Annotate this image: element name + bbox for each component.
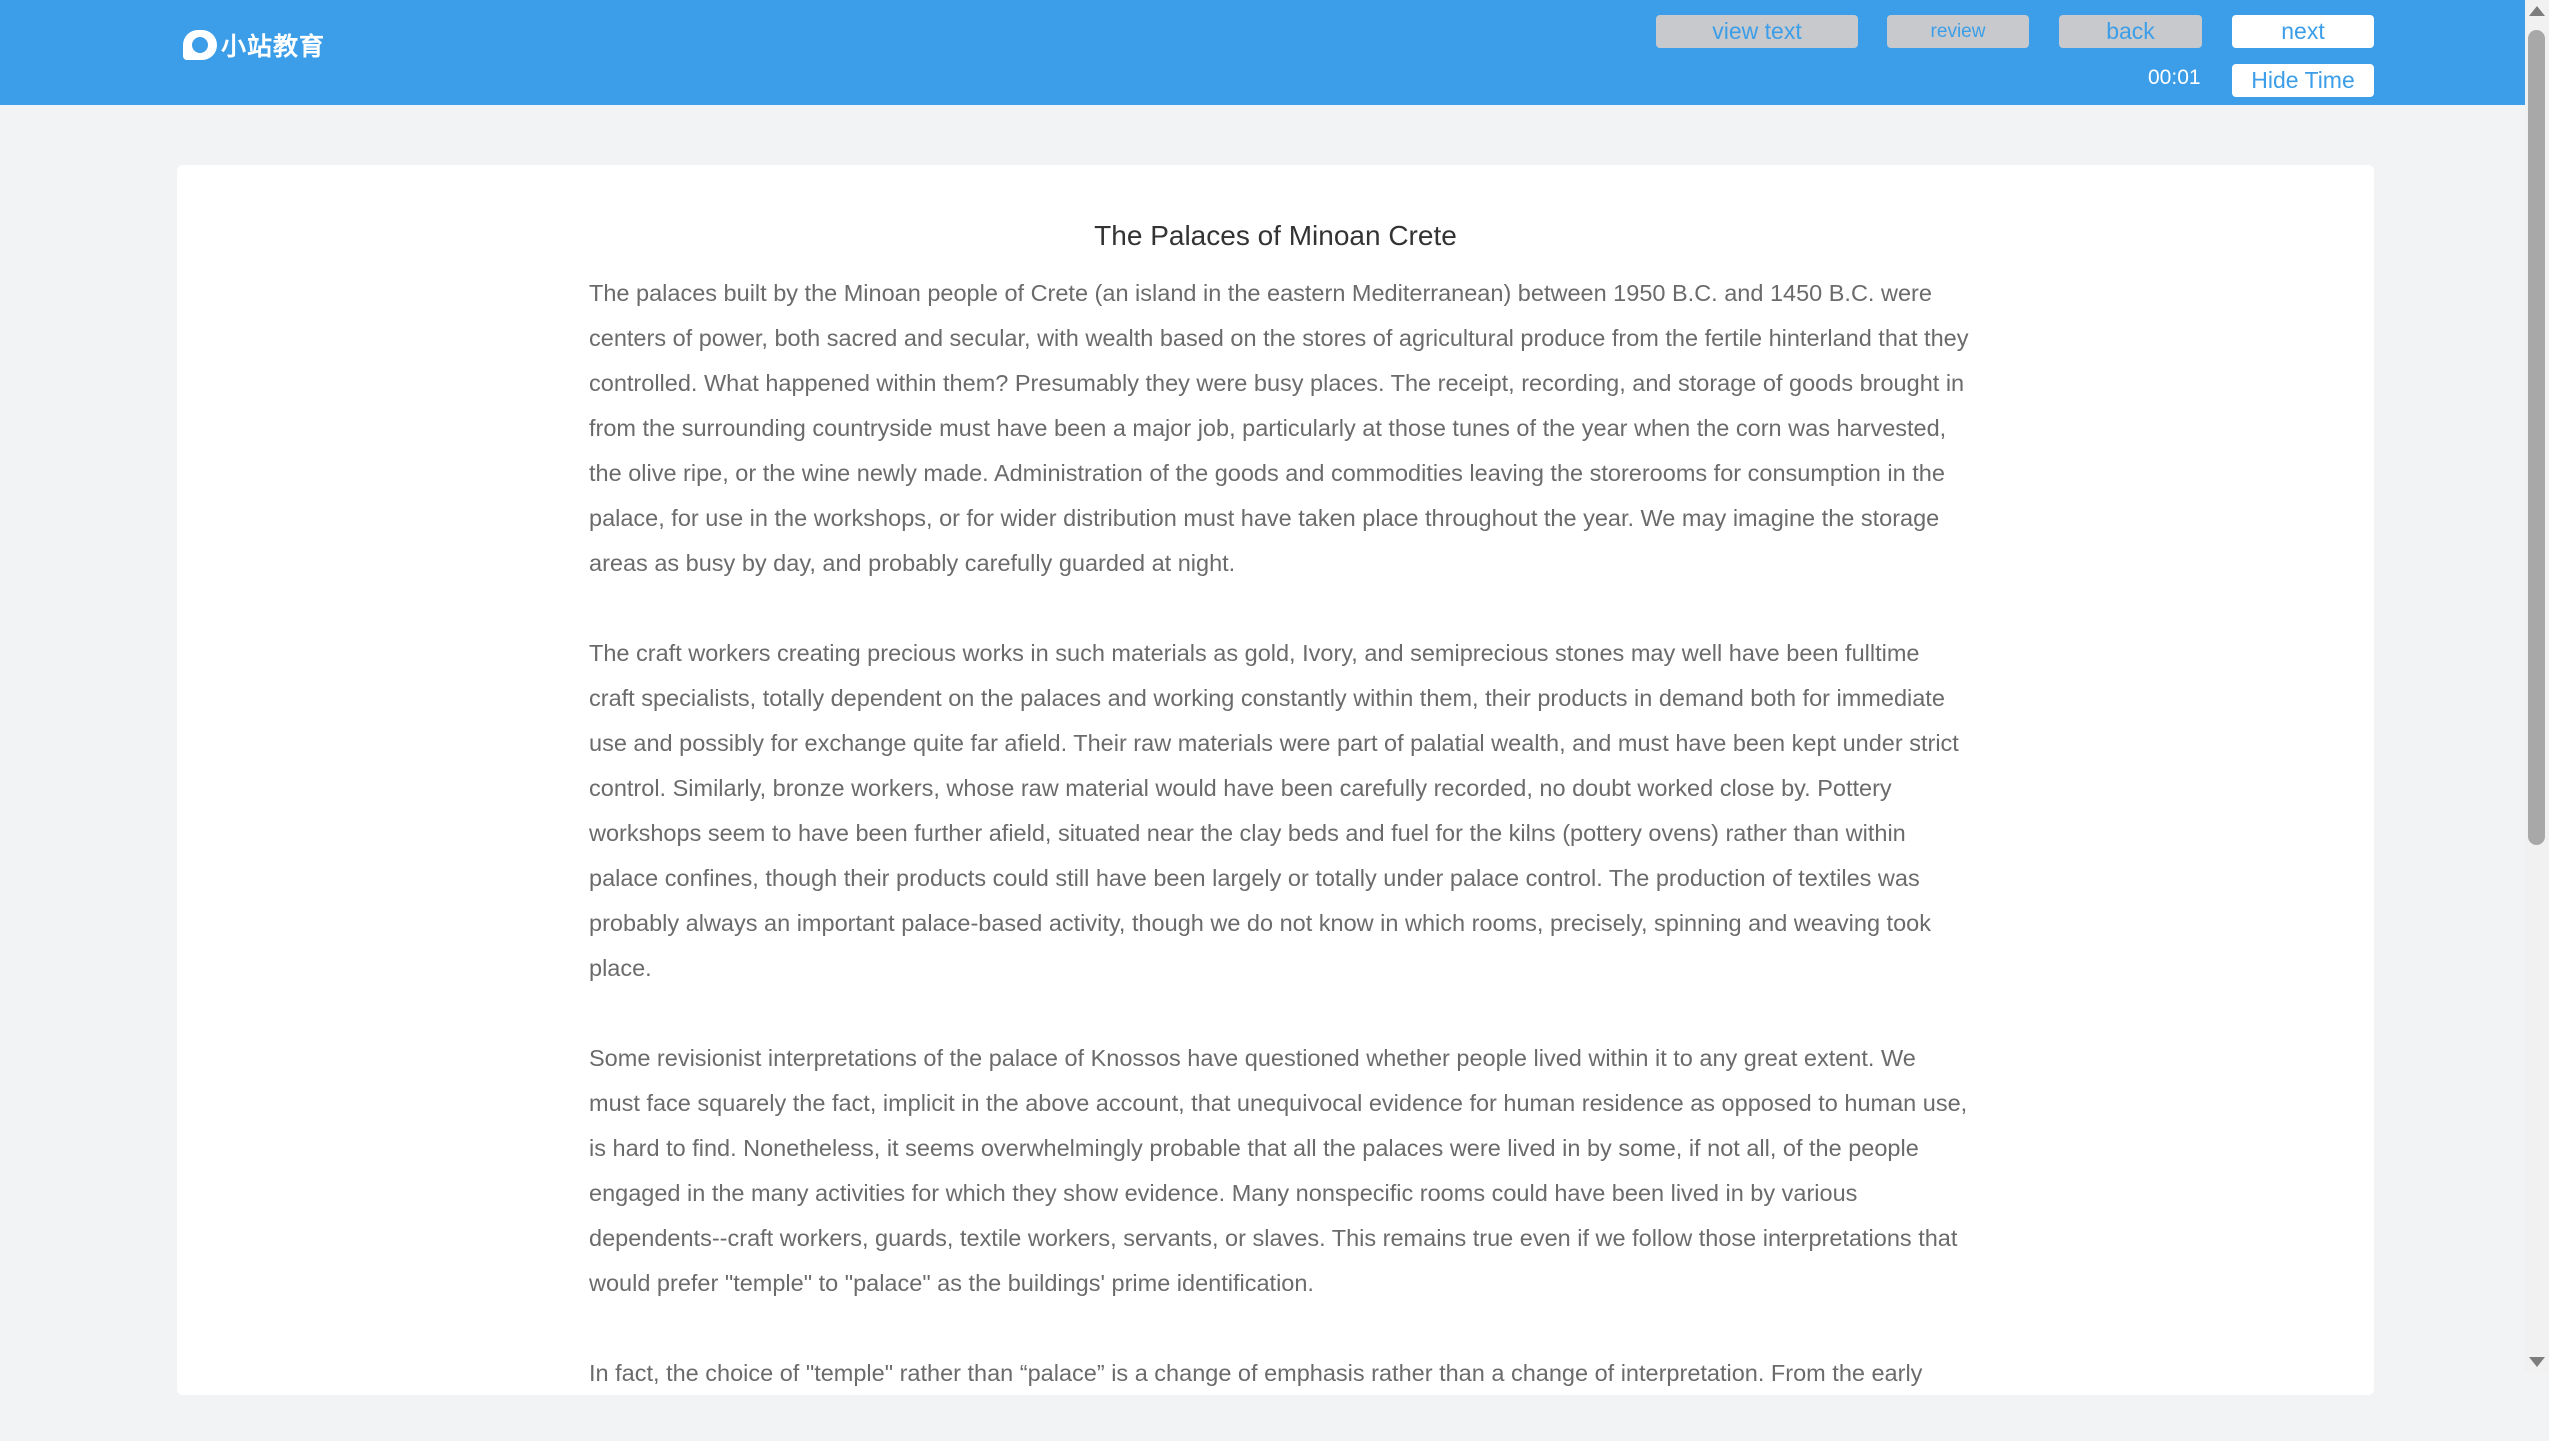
hide-time-button[interactable]: Hide Time [2232, 64, 2374, 97]
page-scrollbar[interactable] [2525, 0, 2549, 1373]
scroll-thumb[interactable] [2528, 30, 2545, 845]
scroll-down-arrow-icon[interactable] [2529, 1357, 2545, 1367]
passage-paragraph-2: The craft workers creating precious work… [589, 640, 1959, 981]
passage-title: The Palaces of Minoan Crete [1094, 220, 1457, 251]
scroll-up-arrow-icon[interactable] [2529, 6, 2545, 16]
passage-paragraph-4: In fact, the choice of "temple" rather t… [589, 1360, 1923, 1386]
view-text-button[interactable]: view text [1656, 15, 1858, 48]
passage-paragraph-1: The palaces built by the Minoan people o… [589, 280, 1969, 576]
timer: 00:01 [2148, 66, 2201, 89]
logo-icon [183, 30, 217, 60]
logo: 小站教育 [183, 27, 325, 63]
next-button[interactable]: next [2232, 15, 2374, 48]
top-bar: 小站教育 view text review back next 00:01 Hi… [0, 0, 2525, 105]
passage-card: The Palaces of Minoan Crete The palaces … [177, 165, 2374, 1395]
logo-text: 小站教育 [221, 32, 326, 61]
review-button[interactable]: review [1887, 15, 2029, 48]
passage-paragraph-3: Some revisionist interpretations of the … [589, 1045, 1968, 1296]
passage-body: The palaces built by the Minoan people o… [589, 271, 1969, 1441]
back-button[interactable]: back [2059, 15, 2202, 48]
